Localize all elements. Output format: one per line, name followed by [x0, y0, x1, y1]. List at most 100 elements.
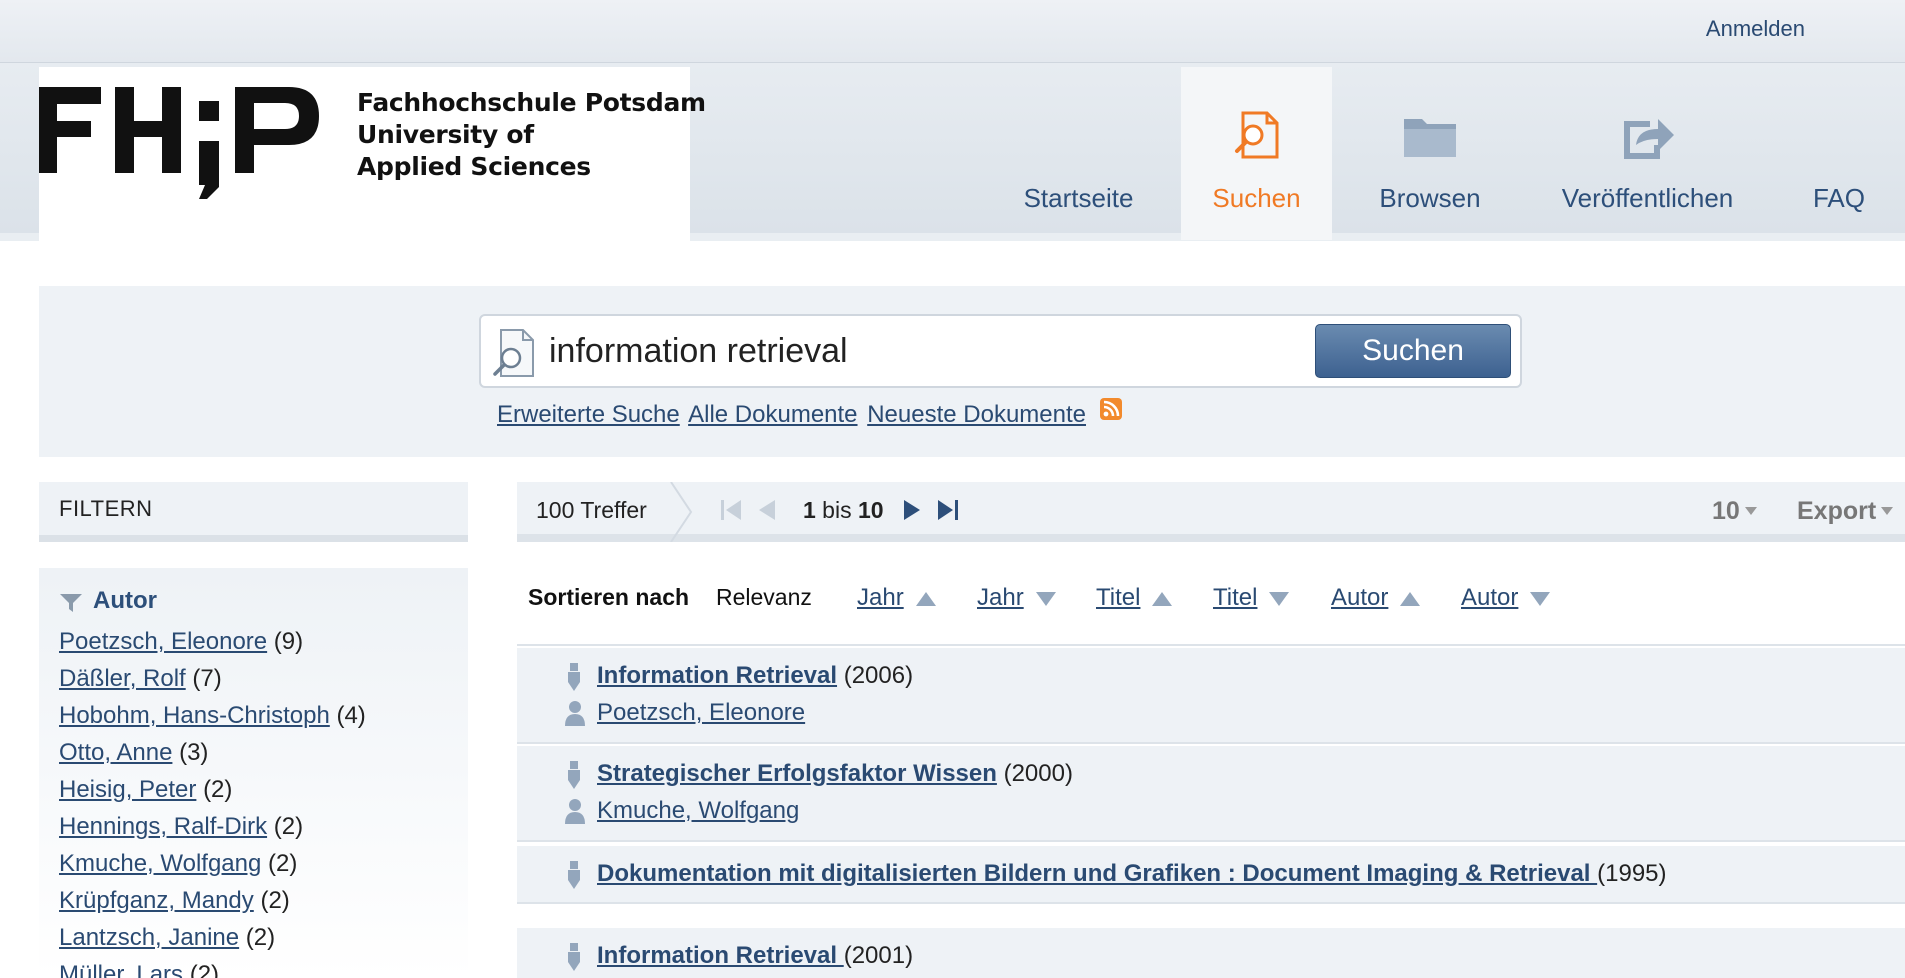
nav-label: Veröffentlichen	[1561, 183, 1734, 213]
document-pen-icon	[568, 761, 580, 789]
chevron-separator-icon	[670, 482, 693, 542]
facet-list: Poetzsch, Eleonore (9) Däßler, Rolf (7) …	[59, 628, 366, 978]
logo[interactable]: Fachhochschule Potsdam University of App…	[39, 67, 706, 243]
result-item: Information Retrieval (2001)	[517, 928, 1905, 978]
facet-link[interactable]: Hennings, Ralf-Dirk	[59, 813, 267, 840]
per-page-select[interactable]: 10	[1712, 497, 1758, 526]
hits-count: 100 Treffer	[536, 497, 647, 523]
chevron-down-icon	[1881, 507, 1894, 515]
search-box: Suchen	[479, 314, 1522, 388]
filter-title: FILTERN	[59, 496, 153, 521]
result-title-line: Information Retrieval (2001)	[597, 942, 913, 970]
chevron-down-icon	[1744, 507, 1757, 515]
facet-link[interactable]: Krüpfganz, Mandy	[59, 887, 254, 914]
filter-header: FILTERN	[39, 482, 468, 542]
results-bar: 100 Treffer 1 bis 10 10 Export	[517, 482, 1905, 542]
share-icon	[1623, 119, 1674, 159]
facet-count: (2)	[268, 850, 298, 877]
document-pen-icon	[568, 663, 580, 691]
facet-item: Kmuche, Wolfgang (2)	[59, 850, 366, 887]
sort-ascending-icon	[1152, 592, 1173, 606]
export-menu[interactable]: Export	[1797, 497, 1894, 526]
result-title-line: Dokumentation mit digitalisierten Bilder…	[597, 860, 1667, 888]
facet-link[interactable]: Kmuche, Wolfgang	[59, 850, 261, 877]
facet-link[interactable]: Däßler, Rolf	[59, 665, 186, 692]
result-year: (2001)	[843, 942, 914, 969]
login-link[interactable]: Anmelden	[1706, 16, 1805, 42]
facet-item: Poetzsch, Eleonore (9)	[59, 628, 366, 665]
sort-link-label[interactable]: Titel	[1213, 584, 1257, 611]
sort-year-desc[interactable]: Jahr	[977, 584, 1058, 612]
all-documents-link[interactable]: Alle Dokumente	[688, 401, 857, 428]
result-author-link[interactable]: Kmuche, Wolfgang	[597, 797, 799, 824]
document-pen-icon	[568, 861, 580, 889]
site-header: Fachhochschule Potsdam University of App…	[0, 63, 1905, 243]
facet-link[interactable]: Heisig, Peter	[59, 776, 196, 803]
nav-browsen[interactable]: Browsen	[1360, 67, 1500, 240]
result-year: (2006)	[843, 662, 914, 689]
result-year: (2000)	[1003, 760, 1073, 787]
advanced-search-link[interactable]: Erweiterte Suche	[497, 401, 680, 428]
facet-item: Hennings, Ralf-Dirk (2)	[59, 813, 366, 850]
result-title-line: Information Retrieval (2006)	[597, 662, 913, 690]
facet-link[interactable]: Hobohm, Hans-Christoph	[59, 702, 330, 729]
result-title-link[interactable]: Dokumentation mit digitalisierten Bilder…	[597, 860, 1597, 887]
previous-page-icon[interactable]	[753, 496, 781, 524]
search-button[interactable]: Suchen	[1315, 324, 1511, 378]
sort-author-asc[interactable]: Autor	[1331, 584, 1422, 612]
search-input[interactable]	[549, 322, 1289, 380]
logo-line-3: Applied Sciences	[357, 152, 591, 181]
facet-count: (9)	[273, 628, 304, 655]
nav-suchen[interactable]: Suchen	[1181, 67, 1332, 240]
sort-year-asc[interactable]: Jahr	[857, 584, 938, 612]
sort-descending-icon	[1269, 592, 1290, 606]
result-title-link[interactable]: Information Retrieval	[597, 662, 837, 689]
latest-documents-link[interactable]: Neueste Dokumente	[867, 401, 1086, 428]
facet-count: (4)	[336, 702, 366, 729]
nav-label: Suchen	[1212, 183, 1301, 213]
sort-label: Sortieren nach	[528, 584, 690, 610]
facet-link[interactable]: Otto, Anne	[59, 739, 172, 766]
sort-link-label[interactable]: Titel	[1096, 584, 1140, 611]
rss-icon[interactable]	[1099, 398, 1122, 420]
nav-faq[interactable]: FAQ	[1800, 67, 1878, 240]
sort-author-desc[interactable]: Autor	[1461, 584, 1552, 612]
facet-link[interactable]: Müller, Lars	[59, 961, 183, 978]
nav-veroeffentlichen[interactable]: Veröffentlichen	[1550, 67, 1745, 240]
sort-link-label[interactable]: Jahr	[857, 584, 904, 611]
result-author-link[interactable]: Poetzsch, Eleonore	[597, 699, 805, 726]
sort-link-label[interactable]: Autor	[1331, 584, 1388, 611]
range-to: 10	[857, 497, 884, 523]
per-page-value: 10	[1712, 497, 1740, 525]
sort-relevance: Relevanz	[716, 584, 812, 610]
search-document-icon	[1234, 111, 1278, 159]
facet-item: Heisig, Peter (2)	[59, 776, 366, 813]
author-facet: Autor Poetzsch, Eleonore (9) Däßler, Rol…	[39, 568, 468, 978]
result-item: Dokumentation mit digitalisierten Bilder…	[517, 846, 1905, 904]
result-title-link[interactable]: Information Retrieval	[597, 942, 844, 969]
facet-link[interactable]: Poetzsch, Eleonore	[59, 628, 267, 655]
sort-bar: Sortieren nach Relevanz Jahr Jahr Titel …	[517, 568, 1905, 646]
nav-label: FAQ	[1812, 183, 1865, 213]
last-page-icon[interactable]	[934, 496, 962, 524]
first-page-icon[interactable]	[717, 496, 745, 524]
top-bar: Anmelden	[0, 0, 1905, 63]
sort-link-label[interactable]: Jahr	[977, 584, 1024, 611]
next-page-icon[interactable]	[898, 496, 926, 524]
folder-icon	[1404, 119, 1456, 157]
facet-count: (2)	[189, 961, 220, 978]
nav-startseite[interactable]: Startseite	[1005, 67, 1152, 240]
facet-item: Müller, Lars (2)	[59, 961, 366, 978]
facet-item: Lantzsch, Janine (2)	[59, 924, 366, 961]
export-label: Export	[1797, 497, 1877, 525]
sort-title-desc[interactable]: Titel	[1213, 584, 1291, 612]
logo-line-1: Fachhochschule Potsdam	[357, 88, 706, 117]
nav-label: Startseite	[1023, 183, 1134, 213]
sort-link-label[interactable]: Autor	[1461, 584, 1518, 611]
sort-title-asc[interactable]: Titel	[1096, 584, 1174, 612]
result-title-link[interactable]: Strategischer Erfolgsfaktor Wissen	[597, 760, 997, 787]
facet-count: (2)	[273, 813, 304, 840]
sort-descending-icon	[1035, 592, 1056, 606]
facet-link[interactable]: Lantzsch, Janine	[59, 924, 239, 951]
search-document-icon	[493, 329, 534, 377]
